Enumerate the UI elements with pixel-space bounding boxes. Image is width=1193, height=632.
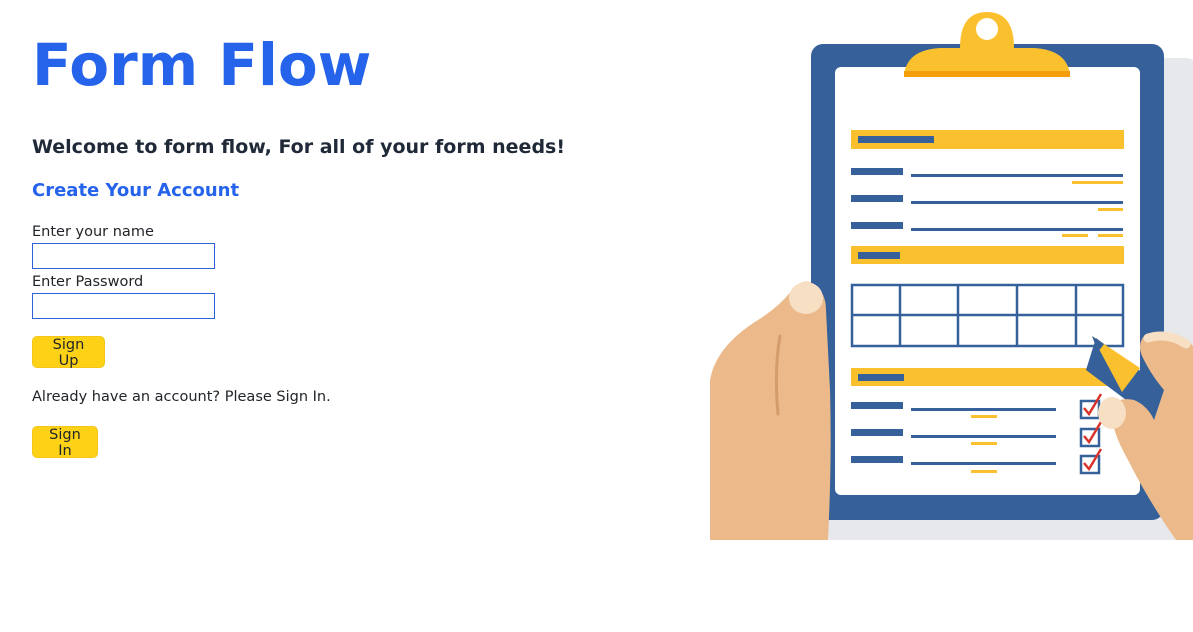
section-bar-title [858,374,904,381]
password-input[interactable] [32,293,215,319]
sign-up-button[interactable]: Sign Up [32,336,105,369]
section-bar-title [858,136,934,143]
name-label: Enter your name [32,224,154,240]
sign-in-prompt: Already have an account? Please Sign In. [32,389,331,405]
clip-base [904,71,1070,77]
create-account-heading: Create Your Account [32,180,240,201]
clipboard-form-illustration [710,12,1193,540]
left-hand-icon [710,281,831,540]
password-label: Enter Password [32,274,144,290]
signup-page: Form Flow Welcome to form flow, For all … [0,0,1193,632]
section-bar-title [858,252,900,259]
clip-hole [976,18,998,40]
sign-in-button[interactable]: Sign In [32,426,98,459]
welcome-message: Welcome to form flow, For all of your fo… [32,136,566,158]
name-input[interactable] [32,243,215,269]
brand-title: Form Flow [32,31,372,99]
